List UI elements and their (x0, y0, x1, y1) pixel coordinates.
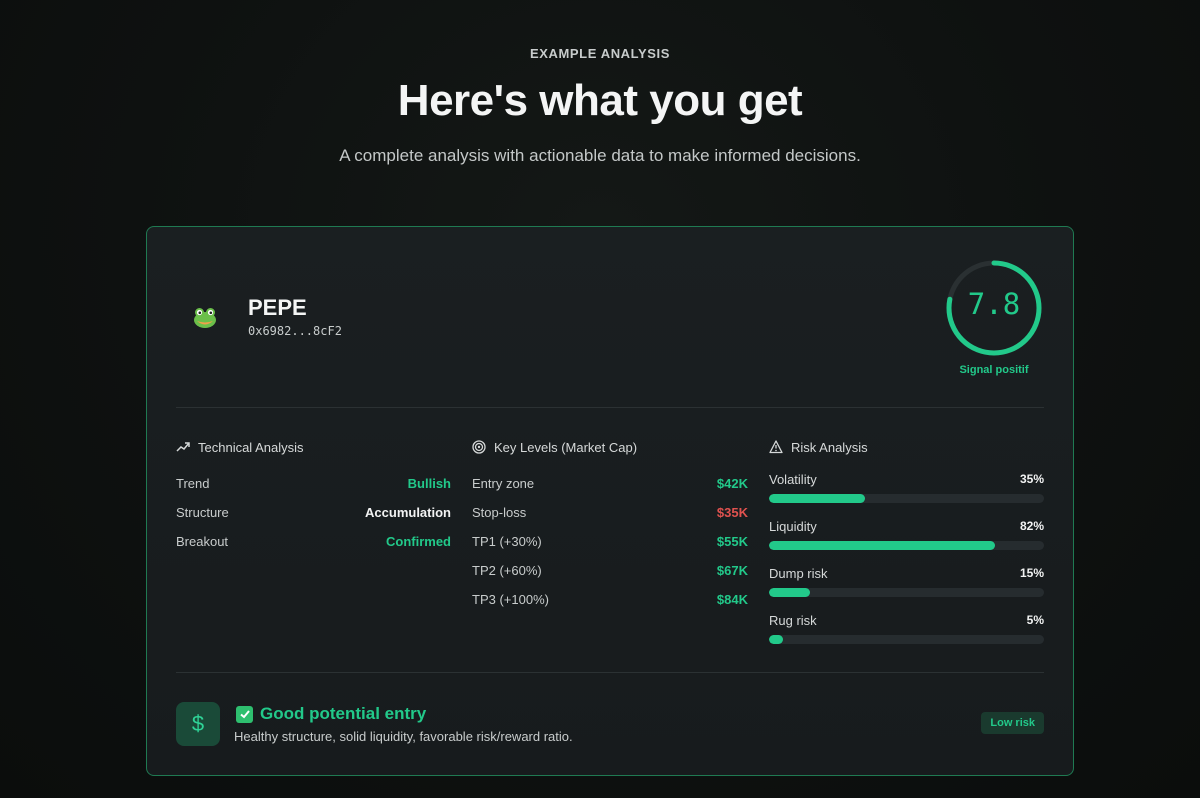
key-level-row-value: $35K (716, 505, 748, 520)
key-level-row-label: Entry zone (472, 476, 535, 491)
risk-item: Rug risk 5% (769, 610, 1044, 657)
score-value: 7.8 (967, 287, 1021, 321)
section-eyebrow: EXAMPLE ANALYSIS (529, 46, 671, 61)
key-level-row: Entry zone $42K (472, 469, 748, 498)
risk-item: Dump risk 15% (769, 563, 1044, 610)
score-label: Signal positif (959, 364, 1029, 376)
technical-row: Trend Bullish (176, 469, 451, 498)
risk-item-value: 15% (1019, 566, 1044, 580)
technical-row-label: Structure (176, 505, 229, 520)
technical-analysis-section: Technical Analysis Trend Bullish Structure… (176, 437, 451, 556)
key-level-row-label: TP2 (+60%) (472, 563, 542, 578)
section-title: Here's what you get (397, 76, 803, 125)
technical-row-value: Bullish (407, 476, 451, 491)
key-level-row-value: $67K (716, 563, 748, 578)
token-header: PEPE 0x6982...8cF2 7.8 Signal positif (147, 227, 1073, 407)
risk-bar-track (769, 635, 1044, 644)
target-icon (472, 440, 486, 454)
risk-item: Liquidity 82% (769, 516, 1044, 563)
risk-item-label: Rug risk (769, 612, 817, 628)
risk-item-header: Liquidity 82% (769, 516, 1044, 536)
key-level-row: TP2 (+60%) $67K (472, 556, 748, 585)
risk-bar-fill (769, 494, 866, 503)
key-level-row-value: $55K (716, 534, 748, 549)
risk-bar-track (769, 494, 1044, 503)
risk-bar-fill (769, 588, 811, 597)
divider (176, 407, 1044, 408)
technical-analysis-title: Technical Analysis (176, 437, 451, 457)
analysis-card: PEPE 0x6982...8cF2 7.8 Signal positif Te… (146, 226, 1074, 776)
risk-item-value: 5% (1026, 613, 1044, 627)
risk-bar-fill (769, 541, 995, 550)
check-icon (236, 705, 253, 723)
verdict-description: Healthy structure, solid liquidity, favo… (234, 729, 573, 744)
key-levels-label: Key Levels (Market Cap) (494, 439, 638, 455)
risk-analysis-section: Risk Analysis Volatility 35% Liquidity 8… (769, 437, 1044, 657)
risk-bar-fill (769, 635, 783, 644)
trending-up-icon (176, 442, 190, 452)
technical-row-value: Confirmed (386, 534, 451, 549)
risk-item-value: 82% (1019, 519, 1044, 533)
risk-analysis-label: Risk Analysis (791, 439, 868, 455)
risk-bar-track (769, 588, 1044, 597)
technical-row: Breakout Confirmed (176, 527, 451, 556)
risk-item-label: Liquidity (769, 518, 817, 534)
key-level-row-label: TP1 (+30%) (472, 534, 542, 549)
key-level-row-value: $84K (716, 592, 748, 607)
section-subtitle: A complete analysis with actionable data… (339, 146, 861, 165)
risk-item-label: Volatility (769, 471, 817, 487)
risk-item: Volatility 35% (769, 469, 1044, 516)
key-level-row-value: $42K (716, 476, 748, 491)
risk-analysis-list: Volatility 35% Liquidity 82% Dump risk 1… (769, 469, 1044, 657)
key-level-row: Stop-loss $35K (472, 498, 748, 527)
token-address[interactable]: 0x6982...8cF2 (248, 324, 342, 338)
technical-row: Structure Accumulation (176, 498, 451, 527)
warning-triangle-icon (769, 440, 783, 454)
dollar-icon: $ (176, 702, 220, 746)
risk-item-value: 35% (1019, 472, 1044, 486)
frog-icon (194, 308, 216, 328)
key-levels-list: Entry zone $42K Stop-loss $35K TP1 (+30%) $55… (472, 469, 748, 614)
page: EXAMPLE ANALYSIS Here's what you get A c… (0, 0, 1200, 798)
divider (176, 672, 1044, 673)
token-name: PEPE (248, 295, 307, 320)
risk-item-header: Volatility 35% (769, 469, 1044, 489)
verdict-title-text: Good potential entry (260, 704, 427, 723)
technical-analysis-list: Trend Bullish Structure Accumulation Breakou… (176, 469, 451, 556)
risk-bar-track (769, 541, 1044, 550)
key-levels-section: Key Levels (Market Cap) Entry zone $42K St… (472, 437, 748, 614)
risk-analysis-title: Risk Analysis (769, 437, 1044, 457)
key-level-row: TP1 (+30%) $55K (472, 527, 748, 556)
technical-analysis-label: Technical Analysis (198, 439, 304, 455)
technical-row-label: Trend (176, 476, 210, 491)
risk-level-badge: Low risk (981, 712, 1044, 734)
key-level-row-label: TP3 (+100%) (472, 592, 549, 607)
key-level-row-label: Stop-loss (472, 505, 527, 520)
verdict-title: Good potential entry (236, 704, 426, 724)
risk-item-label: Dump risk (769, 565, 828, 581)
key-levels-title: Key Levels (Market Cap) (472, 437, 748, 457)
technical-row-label: Breakout (176, 534, 229, 549)
key-level-row: TP3 (+100%) $84K (472, 585, 748, 614)
risk-item-header: Rug risk 5% (769, 610, 1044, 630)
risk-item-header: Dump risk 15% (769, 563, 1044, 583)
technical-row-value: Accumulation (365, 505, 451, 520)
